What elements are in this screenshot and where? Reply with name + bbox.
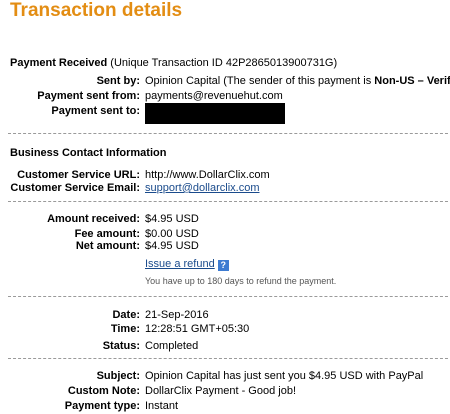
divider <box>8 201 450 202</box>
divider <box>8 133 450 134</box>
payment-type-label: Payment type: <box>64 400 140 412</box>
status-value: Completed <box>145 340 199 352</box>
divider <box>8 296 450 297</box>
issue-refund-link[interactable]: Issue a refund <box>145 258 215 270</box>
divider <box>8 358 450 359</box>
business-heading: Business Contact Information <box>10 147 167 159</box>
date-value: 21-Sep-2016 <box>145 309 209 321</box>
net-amount-value: $4.95 USD <box>145 240 199 252</box>
payment-received-label: Payment Received <box>10 57 108 69</box>
custom-note-label: Custom Note: <box>67 385 140 397</box>
service-email-label: Customer Service Email: <box>10 182 140 194</box>
net-amount-label: Net amount: <box>75 240 140 252</box>
subject-label: Subject: <box>96 370 140 382</box>
payment-received-line: Payment Received (Unique Transaction ID … <box>10 57 337 70</box>
help-icon[interactable]: ? <box>217 260 229 271</box>
page-title: Transaction details <box>10 0 183 21</box>
sent-by-label: Sent by: <box>96 75 140 87</box>
amount-received-value: $4.95 USD <box>145 213 199 225</box>
time-value: 12:28:51 GMT+05:30 <box>145 323 250 335</box>
service-url-value: http://www.DollarClix.com <box>145 169 270 181</box>
amount-received-label: Amount received: <box>47 213 140 225</box>
sent-by-value: Opinion Capital (The sender of this paym… <box>145 75 450 88</box>
transaction-id: (Unique Transaction ID 42P2865013900731G… <box>110 57 338 69</box>
date-label: Date: <box>112 309 140 321</box>
custom-note-value: DollarClix Payment - Good job! <box>145 385 297 397</box>
sent-to-label: Payment sent to: <box>51 105 140 117</box>
refund-row: Issue a refund? <box>145 258 229 271</box>
time-label: Time: <box>110 323 140 335</box>
refund-note: You have up to 180 days to refund the pa… <box>145 276 337 286</box>
sent-from-label: Payment sent from: <box>37 90 140 102</box>
payment-type-value: Instant <box>145 400 179 412</box>
status-label: Status: <box>102 340 140 352</box>
service-email-link[interactable]: support@dollarclix.com <box>145 182 260 195</box>
sender-name: Opinion Capital (The sender of this paym… <box>145 75 375 87</box>
sent-from-value: payments@revenuehut.com <box>145 90 283 102</box>
service-url-label: Customer Service URL: <box>17 169 140 181</box>
sender-status: Non-US – Verified <box>374 75 450 87</box>
redacted-recipient <box>145 103 285 124</box>
subject-value: Opinion Capital has just sent you $4.95 … <box>145 370 424 382</box>
